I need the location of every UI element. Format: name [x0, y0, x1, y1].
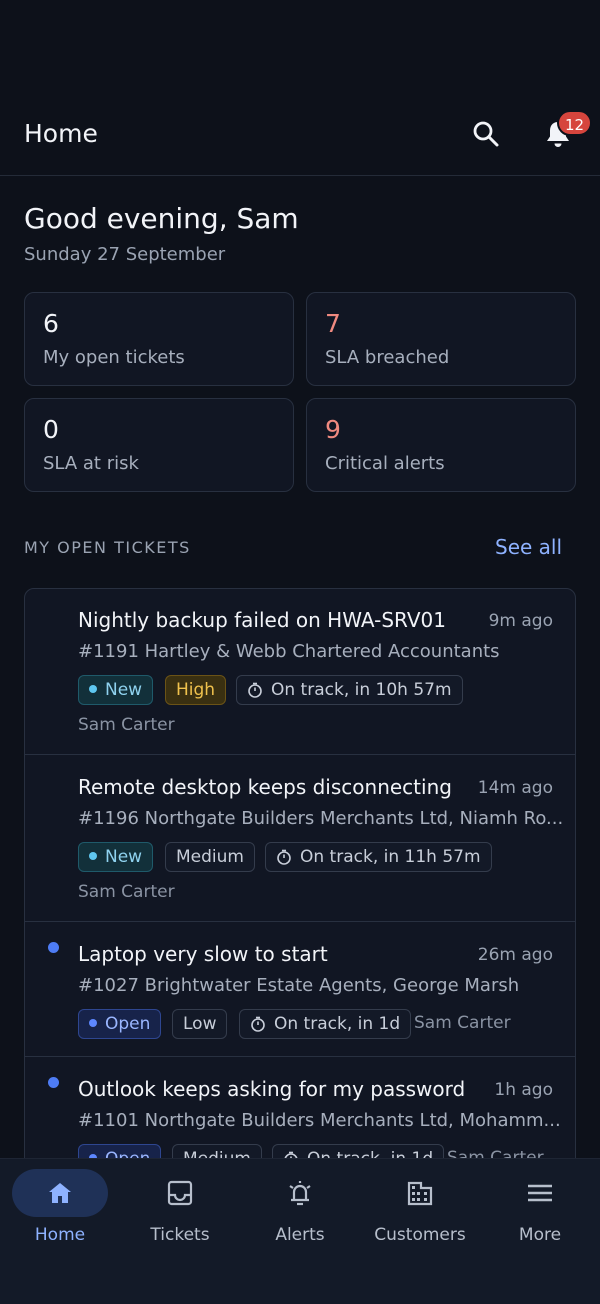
ticket-time: 1h ago	[494, 1080, 553, 1100]
timer-icon	[276, 846, 292, 874]
section-title: MY OPEN TICKETS	[24, 538, 191, 557]
home-icon	[46, 1179, 74, 1207]
building-icon	[406, 1179, 434, 1207]
stat-card-sla-at-risk[interactable]: 0 SLA at risk	[24, 398, 294, 492]
nav-item-more[interactable]: More	[480, 1159, 600, 1304]
notification-badge: 12	[557, 110, 593, 136]
page-title: Home	[24, 119, 98, 148]
unread-indicator	[48, 1077, 59, 1088]
ticket-list: Nightly backup failed on HWA-SRV01 9m ag…	[24, 588, 576, 1168]
see-all-link[interactable]: See all	[495, 535, 562, 559]
app-bar: Home 12	[0, 0, 600, 176]
ticket-meta: #1101 Northgate Builders Merchants Ltd, …	[78, 1110, 561, 1131]
stat-value: 9	[325, 415, 341, 444]
ticket-meta: #1027 Brightwater Estate Agents, George …	[78, 975, 520, 996]
inbox-icon	[166, 1179, 194, 1207]
sla-text: On track, in 1d	[274, 1014, 401, 1034]
ticket-title: Remote desktop keeps disconnecting	[78, 775, 452, 799]
ticket-time: 14m ago	[477, 778, 553, 798]
stat-label: SLA breached	[325, 347, 450, 368]
status-badge: Open	[78, 1009, 162, 1039]
nav-label: Home	[34, 1225, 86, 1245]
sla-badge: On track, in 1d	[239, 1009, 412, 1041]
priority-badge: High	[165, 675, 227, 705]
sla-badge: On track, in 11h 57m	[265, 842, 492, 872]
stat-label: My open tickets	[43, 347, 185, 368]
ticket-meta: #1196 Northgate Builders Merchants Ltd, …	[78, 808, 564, 829]
ticket-row[interactable]: Laptop very slow to start 26m ago #1027 …	[25, 922, 575, 1057]
ticket-time: 26m ago	[477, 945, 553, 965]
ticket-assignee: Sam Carter	[414, 1013, 511, 1033]
menu-icon	[526, 1179, 554, 1207]
status-badge: New	[78, 842, 154, 872]
stat-label: SLA at risk	[43, 453, 139, 474]
stat-label: Critical alerts	[325, 453, 445, 474]
ticket-title: Nightly backup failed on HWA-SRV01	[78, 608, 446, 632]
nav-item-tickets[interactable]: Tickets	[120, 1159, 240, 1304]
sla-text: On track, in 10h 57m	[271, 680, 452, 700]
nav-label: Alerts	[275, 1225, 325, 1245]
bottom-nav: Home Tickets Alerts Customers More	[0, 1158, 600, 1304]
stat-card-open-tickets[interactable]: 6 My open tickets	[24, 292, 294, 386]
stat-value: 6	[43, 309, 59, 338]
ticket-assignee: Sam Carter	[78, 715, 175, 735]
nav-label: Tickets	[150, 1225, 210, 1245]
ticket-time: 9m ago	[488, 611, 553, 631]
stat-value: 0	[43, 415, 59, 444]
nav-label: Customers	[374, 1225, 466, 1245]
greeting-date: Sunday 27 September	[24, 244, 226, 265]
alarm-icon	[286, 1179, 314, 1207]
nav-item-home[interactable]: Home	[0, 1159, 120, 1304]
ticket-row[interactable]: Remote desktop keeps disconnecting 14m a…	[25, 755, 575, 922]
ticket-assignee: Sam Carter	[78, 882, 175, 902]
priority-badge: Low	[172, 1009, 228, 1039]
ticket-row[interactable]: Nightly backup failed on HWA-SRV01 9m ag…	[25, 589, 575, 755]
timer-icon	[250, 1013, 266, 1041]
unread-indicator	[48, 942, 59, 953]
ticket-meta: #1191 Hartley & Webb Chartered Accountan…	[78, 641, 500, 662]
stat-value: 7	[325, 309, 341, 338]
sla-badge: On track, in 10h 57m	[236, 675, 463, 705]
nav-label: More	[518, 1225, 562, 1245]
ticket-row[interactable]: Outlook keeps asking for my password 1h …	[25, 1057, 575, 1167]
nav-item-alerts[interactable]: Alerts	[240, 1159, 360, 1304]
sla-text: On track, in 11h 57m	[300, 847, 481, 867]
stat-card-sla-breached[interactable]: 7 SLA breached	[306, 292, 576, 386]
priority-badge: Medium	[165, 842, 255, 872]
nav-item-customers[interactable]: Customers	[360, 1159, 480, 1304]
ticket-title: Laptop very slow to start	[78, 942, 328, 966]
ticket-title: Outlook keeps asking for my password	[78, 1077, 466, 1101]
stat-card-critical-alerts[interactable]: 9 Critical alerts	[306, 398, 576, 492]
search-icon[interactable]	[470, 118, 502, 150]
timer-icon	[247, 679, 263, 707]
status-badge: New	[78, 675, 154, 705]
greeting-heading: Good evening, Sam	[24, 202, 299, 235]
